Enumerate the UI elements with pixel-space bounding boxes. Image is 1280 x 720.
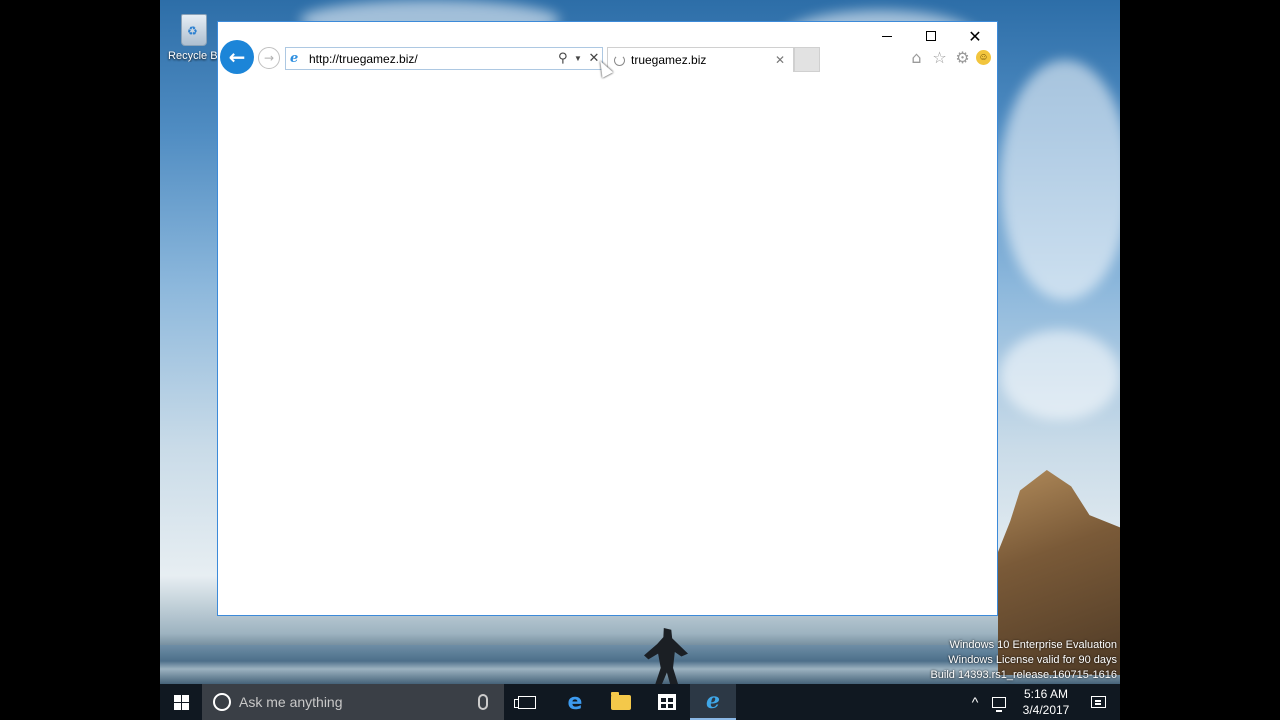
windows-logo-icon <box>173 694 189 710</box>
clock-date: 3/4/2017 <box>1022 703 1070 717</box>
loading-spinner-icon <box>614 54 625 66</box>
close-icon: ✕ <box>968 26 982 46</box>
cortana-icon <box>213 693 231 711</box>
window-caption-buttons: ✕ <box>865 22 997 50</box>
system-tray: ^ 5:16 AM 3/4/2017 <box>962 684 1120 720</box>
task-view-icon <box>514 695 536 709</box>
microphone-icon[interactable] <box>478 694 488 710</box>
command-icons: ⌂ ☆ ⚙ ☺ <box>907 48 991 67</box>
back-button[interactable]: ← <box>220 40 254 74</box>
internet-explorer-button[interactable]: e <box>690 684 736 720</box>
smiley-icon[interactable]: ☺ <box>976 50 991 65</box>
address-bar[interactable]: e http://truegamez.biz/ ⚲ ▼ ✕ <box>285 47 603 70</box>
recycle-bin-icon: ♻ <box>175 8 213 48</box>
recycle-bin-label: Recycle Bi <box>168 50 220 62</box>
minimize-icon <box>882 35 892 37</box>
watermark-line: Build 14393.rs1_release.160715-1616 <box>930 669 1117 681</box>
notification-icon <box>1090 696 1106 708</box>
cloud <box>1000 330 1120 420</box>
edge-button[interactable]: e <box>552 684 598 720</box>
maximize-icon <box>926 31 936 41</box>
taskbar: Ask me anything e e ^ 5:16 AM 3/4/2017 <box>160 684 1120 720</box>
dropdown-chevron-icon[interactable]: ▼ <box>574 54 586 63</box>
close-button[interactable]: ✕ <box>953 22 997 50</box>
address-url[interactable]: http://truegamez.biz/ <box>309 52 558 66</box>
cortana-search-box[interactable]: Ask me anything <box>202 684 504 720</box>
ie-page-icon: e <box>290 51 299 66</box>
start-button[interactable] <box>160 684 202 720</box>
star-icon[interactable]: ☆ <box>930 48 949 67</box>
new-tab-button[interactable] <box>794 47 820 72</box>
windows-watermark: Windows 10 Enterprise Evaluation Windows… <box>930 638 1117 683</box>
chevron-up-icon[interactable]: ^ <box>962 694 988 710</box>
home-icon[interactable]: ⌂ <box>907 48 926 67</box>
search-icon[interactable]: ⚲ <box>558 51 574 66</box>
edge-icon: e <box>567 689 583 715</box>
watermark-line: Windows License valid for 90 days <box>948 654 1117 666</box>
search-placeholder: Ask me anything <box>239 694 343 710</box>
ie-icon: e <box>706 688 720 714</box>
action-center-button[interactable] <box>1076 696 1120 708</box>
tab-close-button[interactable]: ✕ <box>775 53 793 67</box>
internet-explorer-window: ✕ ← → e http://truegamez.biz/ ⚲ ▼ ✕ true… <box>217 21 998 616</box>
tab-title: truegamez.biz <box>631 53 707 67</box>
tab-truegamez[interactable]: truegamez.biz ✕ <box>607 47 794 72</box>
store-button[interactable] <box>644 684 690 720</box>
store-icon <box>658 694 676 710</box>
page-content[interactable] <box>218 74 997 615</box>
forward-button[interactable]: → <box>258 47 280 69</box>
folder-icon <box>611 691 631 710</box>
minimize-button[interactable] <box>865 22 909 50</box>
gear-icon[interactable]: ⚙ <box>953 48 972 67</box>
maximize-button[interactable] <box>909 22 953 50</box>
desktop: ♻ Recycle Bi Windows 10 Enterprise Evalu… <box>160 0 1120 720</box>
forward-arrow-icon: → <box>263 51 275 65</box>
task-view-button[interactable] <box>504 684 550 720</box>
clock[interactable]: 5:16 AM 3/4/2017 <box>1016 686 1076 718</box>
watermark-line: Windows 10 Enterprise Evaluation <box>949 639 1117 651</box>
back-arrow-icon: ← <box>228 45 246 69</box>
recycle-bin-shortcut[interactable]: ♻ Recycle Bi <box>164 8 224 62</box>
network-icon[interactable] <box>992 696 1006 712</box>
clock-time: 5:16 AM <box>1023 687 1069 701</box>
cloud <box>1000 60 1120 300</box>
file-explorer-button[interactable] <box>598 684 644 720</box>
